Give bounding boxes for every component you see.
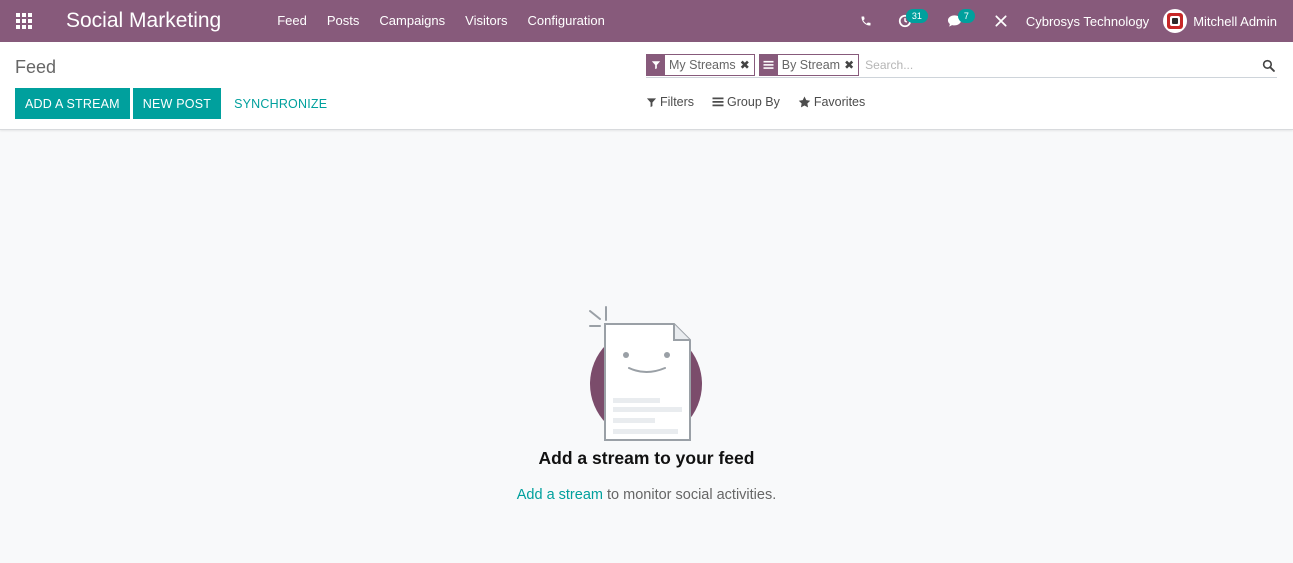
search-button[interactable]: [1259, 54, 1277, 76]
user-menu[interactable]: Mitchell Admin: [1163, 9, 1277, 33]
filter-icon: [647, 55, 665, 75]
navbar-systray: 31 7 Cybrosys Technology Mitchell Admin: [850, 0, 1293, 42]
empty-state-help-text: to monitor social activities.: [602, 487, 777, 503]
search-bar: My Streams ✖ By Stream ✖: [646, 53, 1277, 78]
add-stream-button[interactable]: ADD A STREAM: [15, 88, 130, 119]
group-by-dropdown[interactable]: Group By: [712, 95, 780, 109]
apps-menu-button[interactable]: [0, 0, 48, 42]
menu-item-posts[interactable]: Posts: [317, 0, 370, 42]
top-navbar: Social Marketing Feed Posts Campaigns Vi…: [0, 0, 1293, 42]
apps-grid-icon: [16, 13, 32, 29]
activity-count-badge: 31: [905, 9, 928, 23]
phone-icon: [861, 16, 871, 26]
messages-count-badge: 7: [957, 9, 975, 23]
filter-icon: [646, 97, 657, 107]
search-facet-my-streams[interactable]: My Streams ✖: [646, 54, 755, 76]
menu-item-feed[interactable]: Feed: [267, 0, 317, 42]
synchronize-button[interactable]: SYNCHRONIZE: [224, 88, 337, 119]
search-input[interactable]: [863, 54, 1259, 76]
facet-label: My Streams: [669, 58, 736, 72]
close-icon[interactable]: ✖: [740, 58, 754, 72]
new-post-button[interactable]: NEW POST: [132, 88, 222, 119]
empty-feed-state: Add a stream to your feed Add a stream t…: [0, 131, 1293, 563]
company-switcher[interactable]: Cybrosys Technology: [1026, 14, 1149, 29]
debug-tools-button[interactable]: [994, 0, 1008, 42]
control-panel: Feed ADD A STREAM NEW POST SYNCHRONIZE M…: [0, 42, 1293, 130]
add-stream-link[interactable]: Add a stream: [517, 487, 603, 503]
avatar: [1163, 9, 1188, 33]
app-brand[interactable]: Social Marketing: [66, 9, 221, 33]
empty-document-illustration: [589, 306, 702, 441]
group-by-icon: [759, 55, 778, 75]
phone-button[interactable]: [860, 0, 872, 42]
tools-icon: [995, 15, 1007, 27]
search-icon: [1262, 59, 1275, 72]
messages-button[interactable]: 7: [944, 0, 975, 42]
close-icon[interactable]: ✖: [844, 58, 858, 72]
company-logo-icon: [1167, 13, 1184, 29]
menu-item-configuration[interactable]: Configuration: [518, 0, 615, 42]
facet-label: By Stream: [781, 58, 841, 72]
list-icon: [712, 97, 724, 107]
filters-dropdown[interactable]: Filters: [646, 95, 694, 109]
empty-state-title: Add a stream to your feed: [538, 448, 755, 468]
user-name: Mitchell Admin: [1193, 13, 1277, 29]
menu-item-campaigns[interactable]: Campaigns: [369, 0, 455, 42]
search-options: Filters Group By Favorites: [646, 95, 883, 109]
activity-button[interactable]: 31: [894, 0, 928, 42]
search-facet-by-stream[interactable]: By Stream ✖: [758, 54, 860, 76]
main-menu: Feed Posts Campaigns Visitors Configurat…: [267, 0, 615, 42]
breadcrumb: Feed: [15, 57, 57, 77]
menu-item-visitors[interactable]: Visitors: [455, 0, 517, 42]
favorites-label: Favorites: [813, 95, 866, 109]
filters-label: Filters: [660, 95, 695, 109]
group-by-label: Group By: [727, 95, 780, 109]
action-buttons: ADD A STREAM NEW POST SYNCHRONIZE: [15, 88, 340, 119]
favorites-dropdown[interactable]: Favorites: [798, 95, 865, 109]
star-icon: [798, 96, 811, 108]
empty-state-help: Add a stream to monitor social activitie…: [0, 487, 1293, 503]
